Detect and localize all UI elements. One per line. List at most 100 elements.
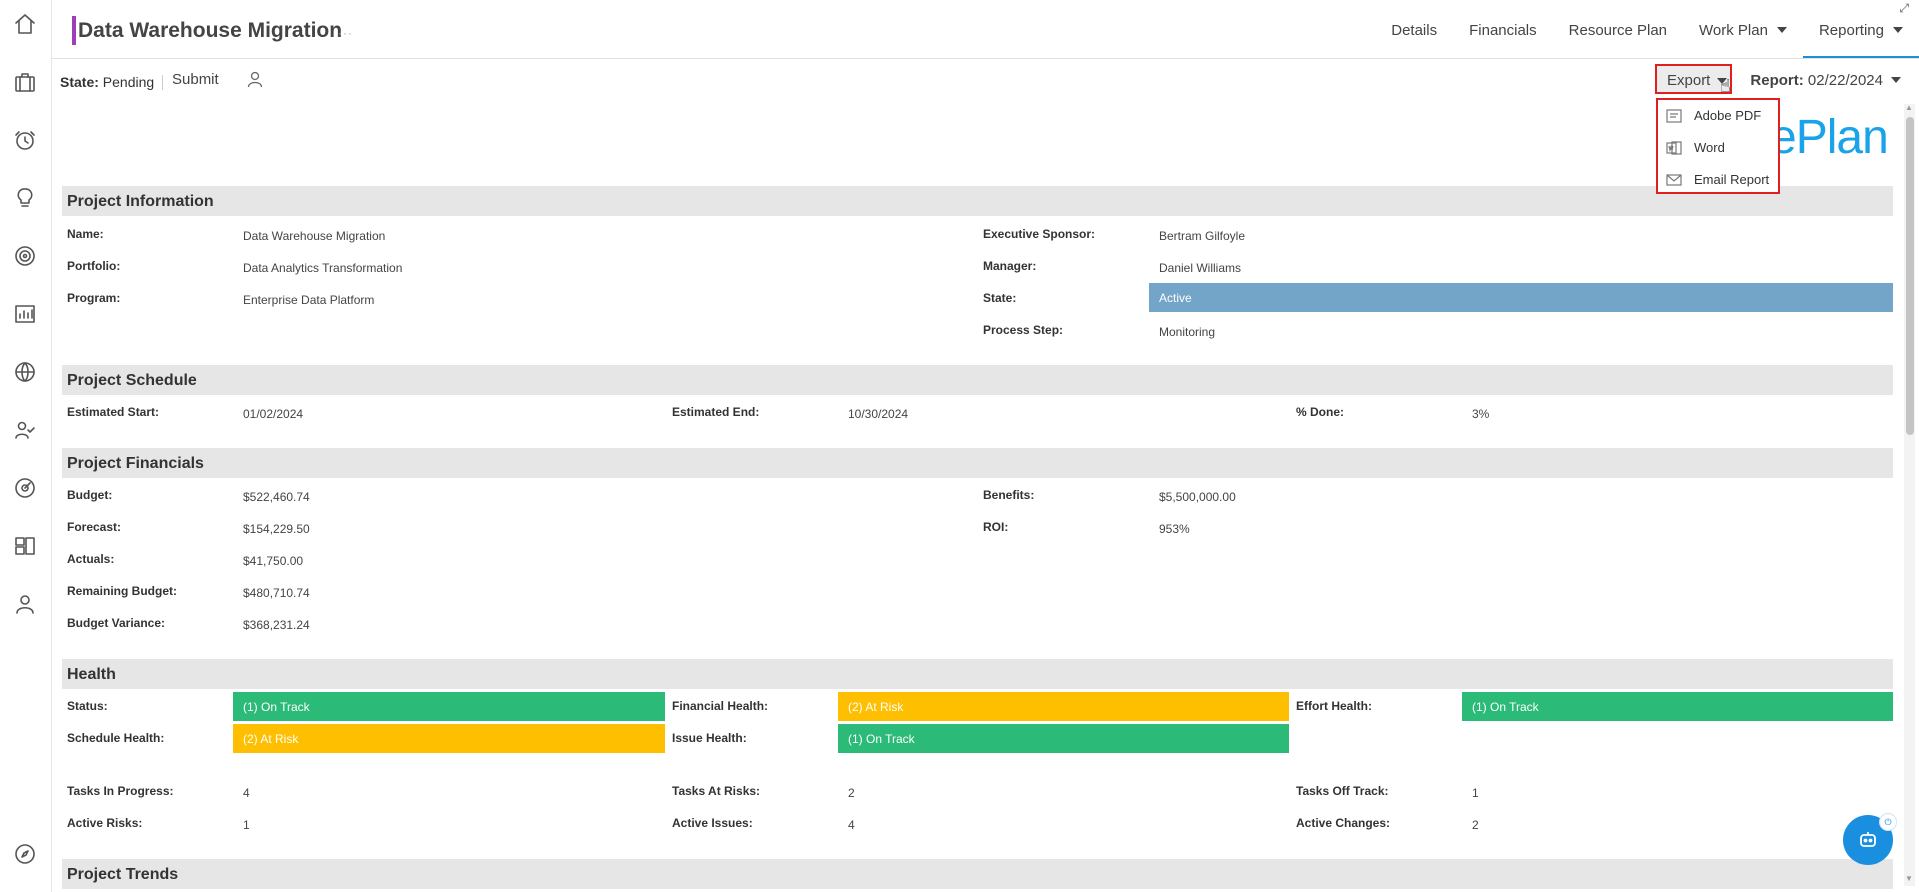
field-value: Bertram Gilfoyle	[1159, 229, 1246, 243]
field-label: Executive Sponsor:	[983, 227, 1096, 241]
power-icon[interactable]: ⏻	[1879, 813, 1897, 831]
field-label: Tasks At Risks:	[672, 784, 761, 798]
chatbot-icon	[1860, 832, 1876, 847]
home-icon[interactable]	[13, 12, 37, 36]
tab-details[interactable]: Details	[1375, 0, 1453, 58]
export-word-item[interactable]: Word	[1658, 134, 1778, 162]
field-value: 2	[1472, 818, 1479, 832]
section-title: Project Trends	[67, 866, 179, 883]
field-label: Program:	[67, 291, 121, 305]
field-value: 10/30/2024	[848, 407, 909, 421]
field-label: Active Issues:	[672, 816, 753, 830]
portfolio-layout-icon[interactable]	[13, 534, 37, 558]
field-value: $480,710.74	[243, 586, 310, 600]
resources-people-icon[interactable]	[13, 418, 37, 442]
timesheet-clock-icon[interactable]	[13, 128, 37, 152]
export-pdf-item[interactable]: Adobe PDF	[1658, 102, 1778, 130]
email-icon	[1666, 173, 1682, 187]
section-header: Health	[62, 659, 1893, 689]
field-label: Name:	[67, 227, 104, 241]
submit-button[interactable]: Submit	[172, 71, 219, 88]
title-more-icon[interactable]: ···	[338, 26, 353, 40]
dashboard-gauge-icon[interactable]	[13, 476, 37, 500]
export-menu: Adobe PDF Word Email Report	[1656, 98, 1780, 194]
field-label: Process Step:	[983, 323, 1064, 337]
field-label: Status:	[67, 699, 108, 713]
field-label: Estimated End:	[672, 405, 760, 419]
reports-chart-icon[interactable]	[13, 302, 37, 326]
menu-item-label: Word	[1694, 140, 1725, 155]
section-header: Project Financials	[62, 448, 1893, 478]
user-profile-icon[interactable]	[13, 592, 37, 616]
section-title: Health	[67, 666, 116, 683]
field-value: Data Analytics Transformation	[243, 261, 403, 275]
tab-financials[interactable]: Financials	[1453, 0, 1553, 58]
menu-item-label: Adobe PDF	[1694, 108, 1762, 123]
field-value: 3%	[1472, 407, 1490, 421]
scroll-up-icon[interactable]: ▲	[1905, 103, 1913, 112]
schedule-health-bar: (2) At Risk	[233, 724, 665, 753]
tab-label: Resource Plan	[1568, 22, 1668, 39]
left-nav-rail	[0, 0, 52, 892]
financial-health-bar: (2) At Risk	[838, 692, 1289, 721]
state-status-bar: Active	[1149, 283, 1893, 312]
section-title: Project Schedule	[67, 372, 197, 389]
word-icon	[1666, 141, 1682, 155]
divider	[162, 75, 164, 90]
field-label: Tasks Off Track:	[1296, 784, 1389, 798]
field-label: Financial Health:	[672, 699, 769, 713]
idea-lightbulb-icon[interactable]	[13, 186, 37, 210]
state-indicator: State: Pending	[60, 74, 164, 90]
state-label: State:	[60, 74, 99, 90]
section-header: Project Schedule	[62, 365, 1893, 395]
field-label: Estimated Start:	[67, 405, 160, 419]
menu-item-label: Email Report	[1694, 172, 1770, 187]
field-value: 4	[848, 818, 855, 832]
field-label: Active Risks:	[67, 816, 143, 830]
field-value: Monitoring	[1159, 325, 1216, 339]
tab-resource-plan[interactable]: Resource Plan	[1553, 0, 1683, 58]
field-value: $154,229.50	[243, 522, 310, 536]
section-header: Project Trends	[62, 859, 1893, 889]
target-icon[interactable]	[13, 244, 37, 268]
field-label: Issue Health:	[672, 731, 747, 745]
status-health-bar: (1) On Track	[233, 692, 665, 721]
field-label: Remaining Budget:	[67, 584, 177, 598]
field-label: State:	[983, 291, 1017, 305]
field-value: Data Warehouse Migration	[243, 229, 386, 243]
tab-bar: Details Financials Resource Plan Work Pl…	[1375, 0, 1919, 58]
state-value: Pending	[102, 74, 155, 90]
field-label: Manager:	[983, 259, 1037, 273]
scroll-down-icon[interactable]: ▼	[1905, 874, 1913, 883]
scrollbar-thumb[interactable]	[1906, 117, 1914, 435]
field-value: 2	[848, 786, 855, 800]
field-value: Daniel Williams	[1159, 261, 1242, 275]
globe-icon[interactable]	[13, 360, 37, 384]
effort-health-bar: (1) On Track	[1462, 692, 1893, 721]
report-date-selector[interactable]: Report: 02/22/2024	[1750, 72, 1901, 89]
tab-work-plan[interactable]: Work Plan	[1683, 0, 1803, 58]
chevron-down-icon	[1891, 77, 1901, 83]
title-accent-bar	[72, 16, 76, 45]
export-email-item[interactable]: Email Report	[1658, 166, 1778, 194]
chat-assistant-button[interactable]: ⏻	[1843, 813, 1897, 865]
page-title: Data Warehouse Migration	[78, 19, 343, 42]
briefcase-icon[interactable]	[13, 70, 37, 94]
export-label: Export	[1667, 72, 1711, 89]
assign-user-icon[interactable]	[246, 70, 264, 88]
field-label: Actuals:	[67, 552, 115, 566]
field-value: 1	[1472, 786, 1479, 800]
field-label: Tasks In Progress:	[67, 784, 174, 798]
field-label: Budget Variance:	[67, 616, 166, 630]
field-label: Portfolio:	[67, 259, 121, 273]
compass-icon[interactable]	[13, 842, 37, 866]
chevron-down-icon	[1893, 27, 1903, 33]
report-date: 02/22/2024	[1807, 72, 1883, 89]
field-value: $522,460.74	[243, 490, 310, 504]
expand-window-icon[interactable]: ⤢	[1899, 1, 1909, 16]
field-label: ROI:	[983, 520, 1009, 534]
field-value: 1	[243, 818, 250, 832]
project-header: Data Warehouse Migration ··· Details Fin…	[52, 0, 1919, 59]
field-label: Schedule Health:	[67, 731, 165, 745]
field-label: % Done:	[1296, 405, 1344, 419]
